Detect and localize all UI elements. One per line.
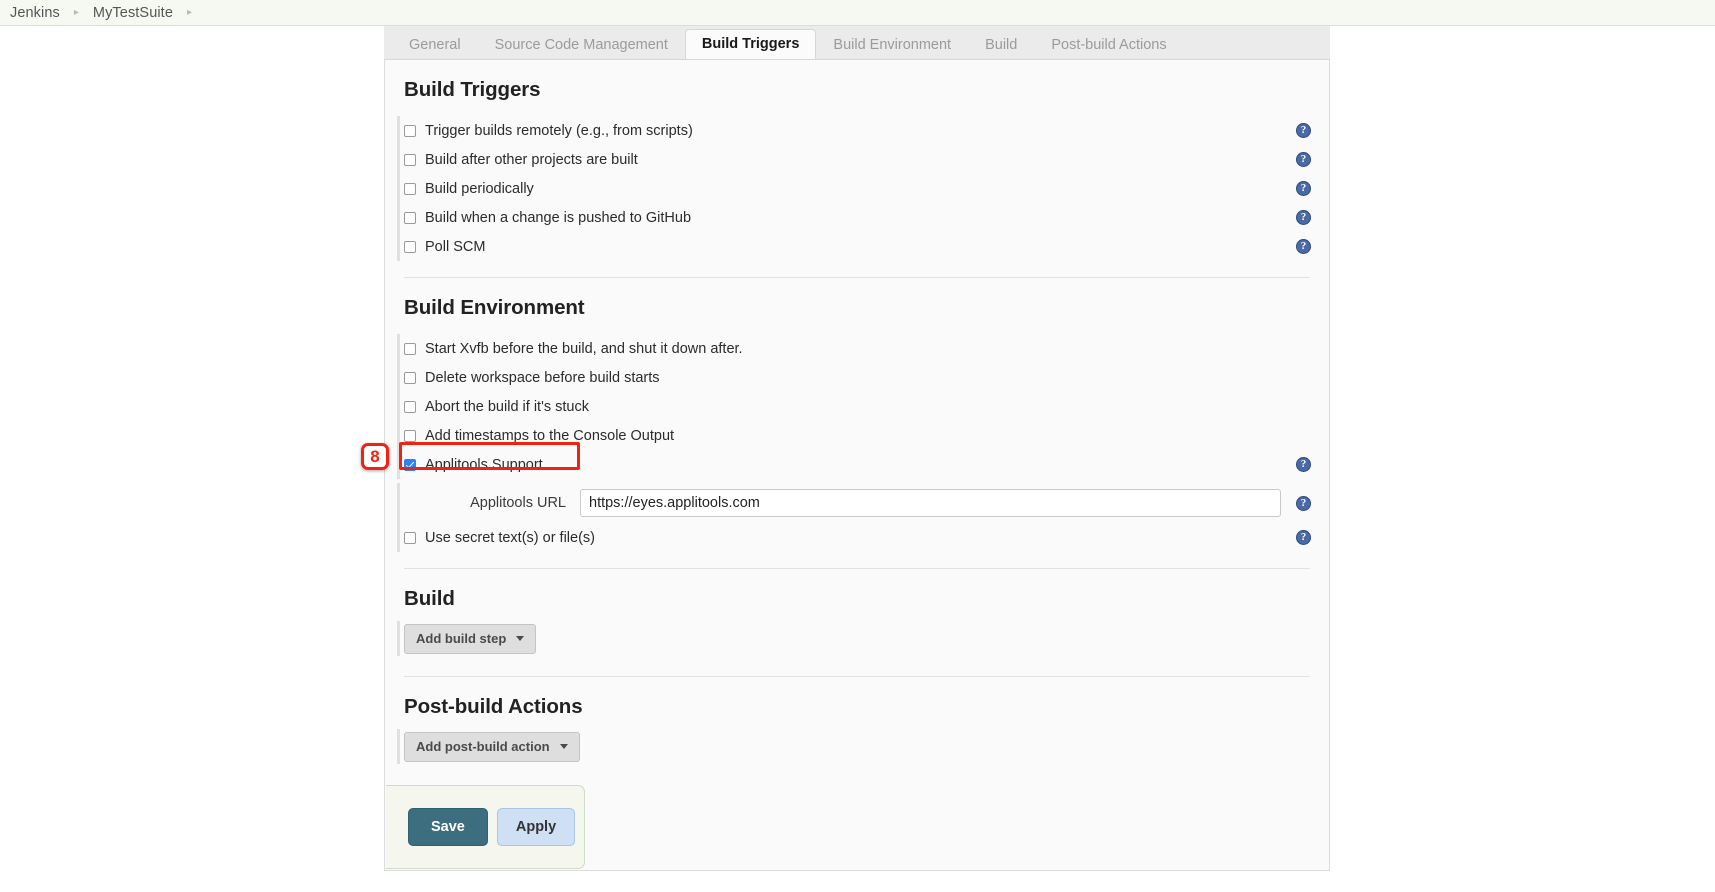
config-tab-bar: General Source Code Management Build Tri…	[384, 26, 1330, 62]
breadcrumb-separator-icon-2: ▸	[186, 6, 193, 18]
section-title-post-build-actions: Post-build Actions	[404, 695, 583, 718]
tab-build[interactable]: Build	[968, 31, 1034, 61]
option-trigger-builds-remotely[interactable]: Trigger builds remotely (e.g., from scri…	[385, 116, 1329, 145]
option-build-on-github-push[interactable]: Build when a change is pushed to GitHub …	[385, 203, 1329, 232]
breadcrumb-item-mytestsuite[interactable]: MyTestSuite	[93, 5, 173, 21]
help-icon[interactable]: ?	[1296, 457, 1311, 472]
tab-build-triggers[interactable]: Build Triggers	[684, 29, 817, 62]
post-build-action-row: Add post-build action	[385, 719, 1329, 774]
option-build-periodically[interactable]: Build periodically ?	[385, 174, 1329, 203]
option-label: Trigger builds remotely (e.g., from scri…	[425, 122, 693, 139]
option-label: Use secret text(s) or file(s)	[425, 529, 595, 546]
option-label: Poll SCM	[425, 238, 486, 255]
checkbox-abort-if-stuck[interactable]	[404, 400, 416, 413]
applitools-url-label: Applitools URL	[470, 495, 566, 511]
option-applitools-support[interactable]: Applitools Support ?	[385, 450, 1329, 479]
help-icon[interactable]: ?	[1296, 181, 1311, 196]
checkbox-start-xvfb[interactable]	[404, 342, 416, 355]
applitools-url-row: Applitools URL ?	[385, 483, 1329, 523]
option-label: Delete workspace before build starts	[425, 369, 660, 386]
checkbox-use-secret-text-or-file[interactable]	[404, 531, 416, 544]
breadcrumb: Jenkins ▸ MyTestSuite ▸	[0, 0, 1715, 26]
option-delete-workspace[interactable]: Delete workspace before build starts	[385, 363, 1329, 392]
option-label: Add timestamps to the Console Output	[425, 427, 675, 444]
option-poll-scm[interactable]: Poll SCM ?	[385, 232, 1329, 261]
checkbox-trigger-builds-remotely[interactable]	[404, 124, 416, 137]
checkbox-applitools-support[interactable]	[404, 458, 416, 471]
help-icon[interactable]: ?	[1296, 239, 1311, 254]
checkbox-delete-workspace[interactable]	[404, 371, 416, 384]
breadcrumb-item-jenkins[interactable]: Jenkins	[10, 5, 60, 21]
section-title-build-environment: Build Environment	[404, 296, 585, 319]
option-use-secret-text-or-file[interactable]: Use secret text(s) or file(s) ?	[385, 523, 1329, 552]
option-add-timestamps[interactable]: Add timestamps to the Console Output	[385, 421, 1329, 450]
tab-general[interactable]: General	[392, 31, 478, 61]
build-step-row: Add build step	[385, 611, 1329, 666]
help-icon[interactable]: ?	[1296, 152, 1311, 167]
chevron-down-icon	[559, 744, 568, 749]
help-icon[interactable]: ?	[1296, 210, 1311, 225]
checkbox-poll-scm[interactable]	[404, 240, 416, 253]
build-triggers-options: Trigger builds remotely (e.g., from scri…	[385, 102, 1329, 267]
checkbox-build-periodically[interactable]	[404, 182, 416, 195]
section-title-build: Build	[404, 587, 455, 610]
chevron-down-icon	[516, 636, 525, 641]
option-label: Abort the build if it's stuck	[425, 398, 589, 415]
apply-button[interactable]: Apply	[496, 808, 576, 846]
option-label: Build periodically	[425, 180, 534, 197]
help-icon[interactable]: ?	[1296, 530, 1311, 545]
help-icon[interactable]: ?	[1296, 495, 1311, 511]
checkbox-build-on-github-push[interactable]	[404, 211, 416, 224]
option-label: Applitools Support	[425, 456, 543, 473]
build-environment-options: Start Xvfb before the build, and shut it…	[385, 320, 1329, 558]
applitools-url-input[interactable]	[580, 489, 1281, 517]
annotation-step-badge: 8	[361, 443, 389, 470]
option-label: Build after other projects are built	[425, 151, 638, 168]
help-icon[interactable]: ?	[1296, 123, 1311, 138]
add-post-build-action-button[interactable]: Add post-build action	[404, 732, 580, 762]
config-content-panel: Build Triggers Trigger builds remotely (…	[384, 59, 1330, 871]
option-abort-if-stuck[interactable]: Abort the build if it's stuck	[385, 392, 1329, 421]
add-build-step-button[interactable]: Add build step	[404, 624, 537, 654]
option-label: Start Xvfb before the build, and shut it…	[425, 340, 743, 357]
tab-build-environment[interactable]: Build Environment	[816, 31, 968, 61]
option-label: Build when a change is pushed to GitHub	[425, 209, 692, 226]
option-build-after-other-projects[interactable]: Build after other projects are built ?	[385, 145, 1329, 174]
tab-post-build-actions[interactable]: Post-build Actions	[1034, 31, 1183, 61]
add-build-step-label: Add build step	[416, 631, 507, 646]
option-start-xvfb[interactable]: Start Xvfb before the build, and shut it…	[385, 334, 1329, 363]
add-post-build-action-label: Add post-build action	[416, 739, 550, 754]
form-footer-panel: Save Apply	[386, 785, 585, 869]
save-button[interactable]: Save	[408, 808, 488, 846]
section-title-build-triggers: Build Triggers	[404, 78, 541, 101]
tab-source-code-management[interactable]: Source Code Management	[478, 31, 685, 61]
checkbox-add-timestamps[interactable]	[404, 429, 416, 442]
breadcrumb-separator-icon: ▸	[73, 6, 79, 18]
checkbox-build-after-other-projects[interactable]	[404, 153, 416, 166]
